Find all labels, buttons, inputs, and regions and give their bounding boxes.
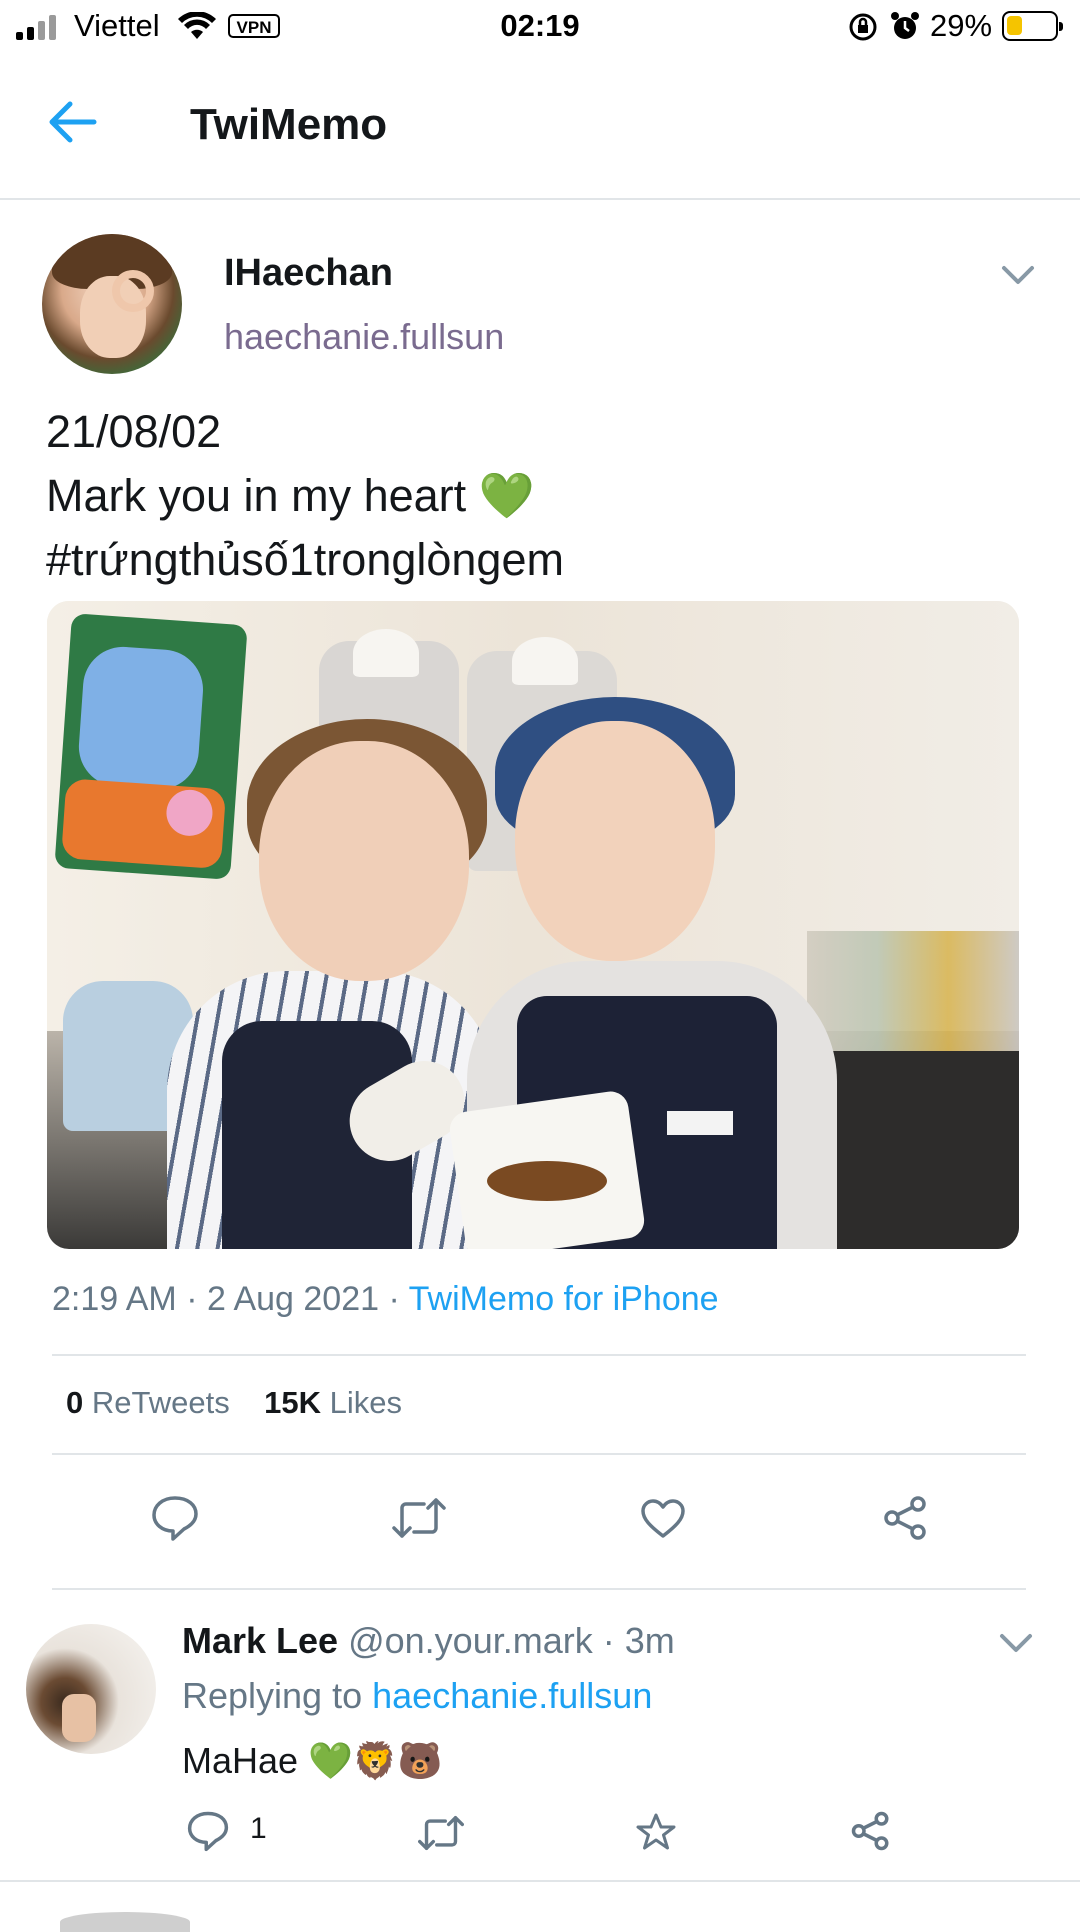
retweets-count: 0 [66,1385,84,1420]
page-title: TwiMemo [190,100,388,149]
next-reply-avatar[interactable] [60,1912,190,1932]
hashtag-link[interactable]: #trứngthủsố1tronglòngem [46,534,564,585]
tweet-date: 2 Aug 2021 [206,1280,380,1318]
tweet-text-line: Mark you in my heart 💚 [46,470,535,521]
retweet-icon[interactable] [392,1496,446,1540]
reply-handle: @on.your.mark [348,1620,593,1661]
retweets-stat[interactable]: 0 ReTweets [66,1385,230,1420]
status-bar: Viettel VPN 02:19 29% [0,0,1080,52]
author-avatar[interactable] [42,234,182,374]
reply-age: 3m [624,1620,675,1661]
star-icon[interactable] [636,1812,676,1852]
nav-bar: TwiMemo [0,52,1080,200]
battery-icon [1002,11,1063,41]
replying-prefix: Replying to [182,1675,363,1716]
divider [0,1880,1080,1882]
retweets-label: ReTweets [91,1385,230,1420]
author-handle[interactable]: haechanie.fullsun [224,316,504,358]
chevron-down-icon[interactable] [998,1630,1034,1656]
share-icon[interactable] [882,1494,930,1542]
tweet-photo[interactable] [47,601,1019,1249]
retweet-icon[interactable] [418,1814,464,1852]
battery-percent: 29% [930,8,993,43]
replying-to: Replying to haechanie.fullsun [182,1675,652,1717]
tweet-stats: 0 ReTweets 15K Likes [66,1385,402,1421]
author-display-name[interactable]: IHaechan [224,252,393,295]
tweet-meta: 2:19 AM · 2 Aug 2021 · TwiMemo for iPhon… [52,1280,719,1318]
divider [52,1453,1026,1455]
reply-icon[interactable] [150,1494,200,1542]
reply-author-avatar[interactable] [26,1624,156,1754]
reply-author[interactable]: Mark Lee @on.your.mark · 3m [182,1620,675,1662]
reply-icon[interactable] [186,1810,230,1852]
tweet-text: 21/08/02 Mark you in my heart 💚 #trứngth… [46,400,564,592]
arrow-left-icon[interactable] [44,94,100,150]
replying-to-link[interactable]: haechanie.fullsun [372,1675,652,1716]
divider [52,1354,1026,1356]
tweet-time: 2:19 AM [52,1280,177,1318]
tweet-source-link[interactable]: TwiMemo for iPhone [409,1280,719,1318]
share-icon[interactable] [850,1810,892,1852]
alarm-icon [891,12,919,39]
chevron-down-icon[interactable] [1000,262,1036,288]
likes-count: 15K [264,1385,322,1420]
likes-stat[interactable]: 15K Likes [264,1385,402,1420]
likes-label: Likes [329,1385,403,1420]
reply-display-name: Mark Lee [182,1620,339,1661]
tweet-text-line: 21/08/02 [46,406,222,457]
reply-text: MaHae 💚🦁🐻 [182,1740,443,1781]
like-icon[interactable] [640,1498,686,1540]
orientation-lock-icon [849,13,877,41]
divider [52,1588,1026,1590]
reply-count: 1 [250,1812,267,1845]
